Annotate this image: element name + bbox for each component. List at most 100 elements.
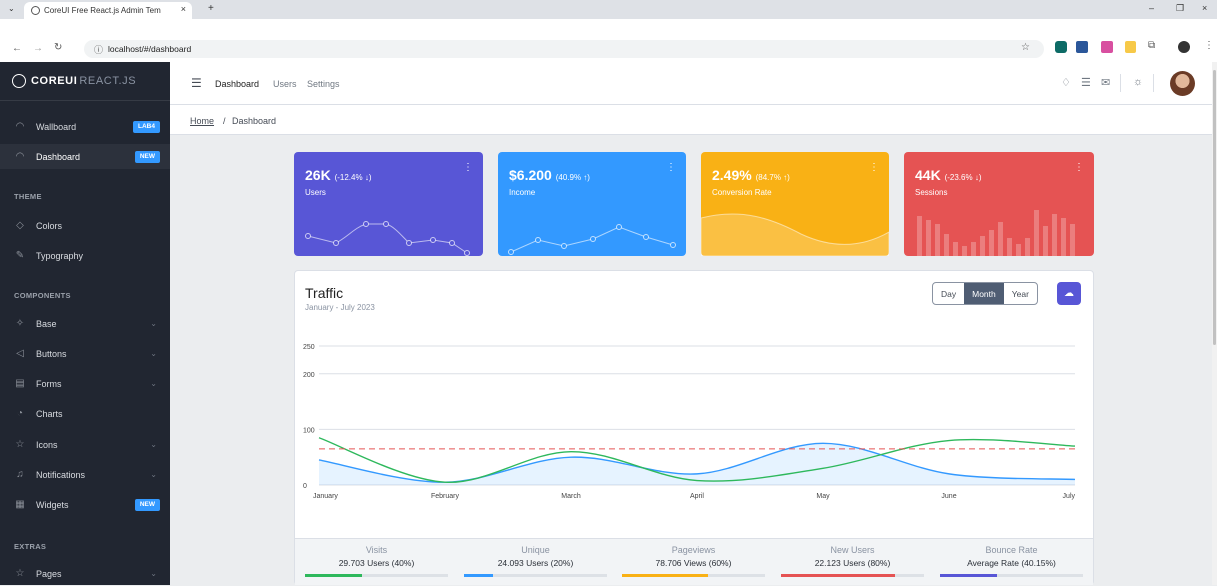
stat-value: 29.703 Users (40%) [338, 558, 415, 568]
sidebar-item-label: Notifications [36, 469, 86, 480]
sun-icon[interactable]: ☼ [1133, 76, 1143, 88]
stat-value: 24.093 Users (20%) [497, 558, 574, 568]
cloud-download-button[interactable]: ☁ [1057, 282, 1081, 305]
reload-icon[interactable]: ↻ [54, 42, 62, 53]
period-year-button[interactable]: Year [1004, 283, 1037, 304]
breadcrumb-separator: / [223, 116, 226, 126]
lab-badge: LAB4 [133, 120, 160, 133]
x-tick-label: January [313, 493, 338, 500]
section-components: COMPONENTS [14, 291, 71, 300]
stat-progress [622, 574, 765, 577]
sidebar-item-wallboard[interactable]: ◠ Wallboard LAB4 [0, 114, 170, 139]
breadcrumb: Home / Dashboard [170, 105, 1212, 135]
chevron-down-icon: ⌄ [150, 349, 157, 358]
x-tick-label: February [431, 493, 460, 500]
breadcrumb-home-link[interactable]: Home [190, 116, 214, 126]
header-divider [1153, 74, 1154, 92]
site-info-icon[interactable]: ⓘ [94, 43, 103, 56]
calculator-icon: ▦ [15, 499, 25, 510]
profile-icon[interactable] [1178, 41, 1190, 53]
stat-bounce-rate: Bounce Rate Average Rate (40.15%) [940, 545, 1083, 577]
x-tick-label: June [941, 493, 956, 500]
word-extension-icon[interactable] [1076, 41, 1088, 53]
stat-label: Visits [365, 545, 388, 555]
chevron-down-icon: ⌄ [150, 319, 157, 328]
period-day-button[interactable]: Day [933, 283, 964, 304]
widget-users: 26K (-12.4% ↓) Users ⋮ [294, 152, 483, 256]
notes-icon: ▤ [15, 378, 25, 389]
sidebar-item-dashboard[interactable]: ◠ Dashboard NEW [0, 144, 170, 169]
sidebar-item-typography[interactable]: ✎ Typography [0, 243, 170, 268]
brand-bold: COREUI [31, 75, 78, 87]
sidebar-item-colors[interactable]: ◇ Colors [0, 213, 170, 238]
sidebar-item-charts[interactable]: ◔ Charts [0, 401, 170, 426]
avatar[interactable] [1170, 71, 1195, 96]
restore-icon[interactable]: ❐ [1176, 3, 1184, 14]
scrollbar-thumb[interactable] [1213, 70, 1216, 345]
chart-pie-icon: ◔ [16, 408, 24, 419]
puzzle-icon[interactable]: ⧉ [1148, 40, 1155, 51]
period-month-button[interactable]: Month [964, 283, 1004, 304]
address-bar[interactable]: ⓘ localhost/#/dashboard ☆ [84, 40, 1044, 58]
star-icon: ☆ [15, 568, 25, 579]
widget-income: $6.200 (40.9% ↑) Income ⋮ [498, 152, 686, 256]
sidebar-item-label: Icons [36, 439, 58, 450]
brand[interactable]: COREUI REACT.JS [0, 62, 170, 101]
sidebar: COREUI REACT.JS ◠ Wallboard LAB4 ◠ Dashbo… [0, 62, 170, 585]
pencil-icon: ✎ [15, 250, 25, 261]
menu-icon[interactable]: ⋮ [1204, 40, 1214, 51]
tab-list-chevron-icon[interactable]: ⌄ [8, 4, 15, 13]
extension-icon[interactable] [1055, 41, 1067, 53]
browser-tab[interactable]: CoreUI Free React.js Admin Tem × [24, 2, 192, 19]
db-extension-icon[interactable] [1125, 41, 1136, 53]
sidebar-item-pages[interactable]: ☆ Pages ⌄ [0, 561, 170, 586]
stat-progress [305, 574, 448, 577]
envelope-open-icon[interactable]: ✉ [1101, 76, 1110, 89]
stat-label: New Users [830, 545, 875, 555]
period-toggle: Day Month Year [932, 282, 1038, 305]
window-close-icon[interactable]: × [1202, 3, 1207, 13]
y-tick-label: 200 [303, 372, 315, 379]
sidebar-item-label: Colors [36, 220, 63, 231]
speedometer-icon: ◠ [15, 151, 25, 162]
sidebar-item-forms[interactable]: ▤ Forms ⌄ [0, 371, 170, 396]
tab-title: CoreUI Free React.js Admin Tem [44, 6, 161, 15]
speedometer-icon: ◠ [15, 121, 25, 132]
header-nav-settings[interactable]: Settings [307, 79, 340, 89]
sidebar-item-label: Charts [36, 408, 63, 419]
stat-progress-fill [781, 574, 896, 577]
list-icon[interactable]: ☰ [1081, 76, 1091, 89]
s-extension-icon[interactable] [1101, 41, 1113, 53]
sidebar-item-buttons[interactable]: ◁ Buttons ⌄ [0, 341, 170, 366]
stat-label: Unique [521, 545, 550, 555]
x-tick-label: April [690, 493, 704, 500]
sidebar-item-icons[interactable]: ☆ Icons ⌄ [0, 432, 170, 457]
stat-value: Average Rate (40.15%) [967, 558, 1056, 568]
widget-sessions: 44K (-23.6% ↓) Sessions ⋮ [904, 152, 1094, 256]
stat-value: 22.123 Users (80%) [814, 558, 891, 568]
stat-progress-fill [940, 574, 998, 577]
coreui-logo-icon [12, 74, 26, 88]
back-icon[interactable]: ← [12, 43, 22, 54]
header-nav-dashboard[interactable]: Dashboard [215, 79, 259, 89]
stat-value: 78.706 Views (60%) [655, 558, 732, 568]
stat-unique: Unique 24.093 Users (20%) [464, 545, 607, 577]
stat-progress-fill [622, 574, 708, 577]
sidebar-item-label: Pages [36, 568, 62, 579]
bookmark-star-icon[interactable]: ☆ [1021, 42, 1030, 53]
sidebar-item-widgets[interactable]: ▦ Widgets NEW [0, 492, 170, 517]
traffic-line-chart: 0 100 200 250 January February March April May Ju… [303, 344, 1075, 500]
sidebar-item-label: Buttons [36, 348, 67, 359]
bell-icon[interactable]: ♢ [1061, 76, 1071, 89]
close-icon[interactable]: × [181, 4, 186, 14]
forward-icon[interactable]: → [33, 43, 43, 54]
sidebar-item-base[interactable]: ✧ Base ⌄ [0, 311, 170, 336]
stat-pageviews: Pageviews 78.706 Views (60%) [622, 545, 765, 577]
hamburger-menu-icon[interactable]: ☰ [191, 76, 202, 90]
minimize-icon[interactable]: – [1149, 3, 1154, 13]
header-nav-users[interactable]: Users [273, 79, 297, 89]
header-divider [1120, 74, 1121, 92]
page-scrollbar[interactable] [1212, 62, 1217, 585]
sidebar-item-notifications[interactable]: ♫ Notifications ⌄ [0, 462, 170, 487]
new-tab-button[interactable]: + [208, 3, 214, 14]
